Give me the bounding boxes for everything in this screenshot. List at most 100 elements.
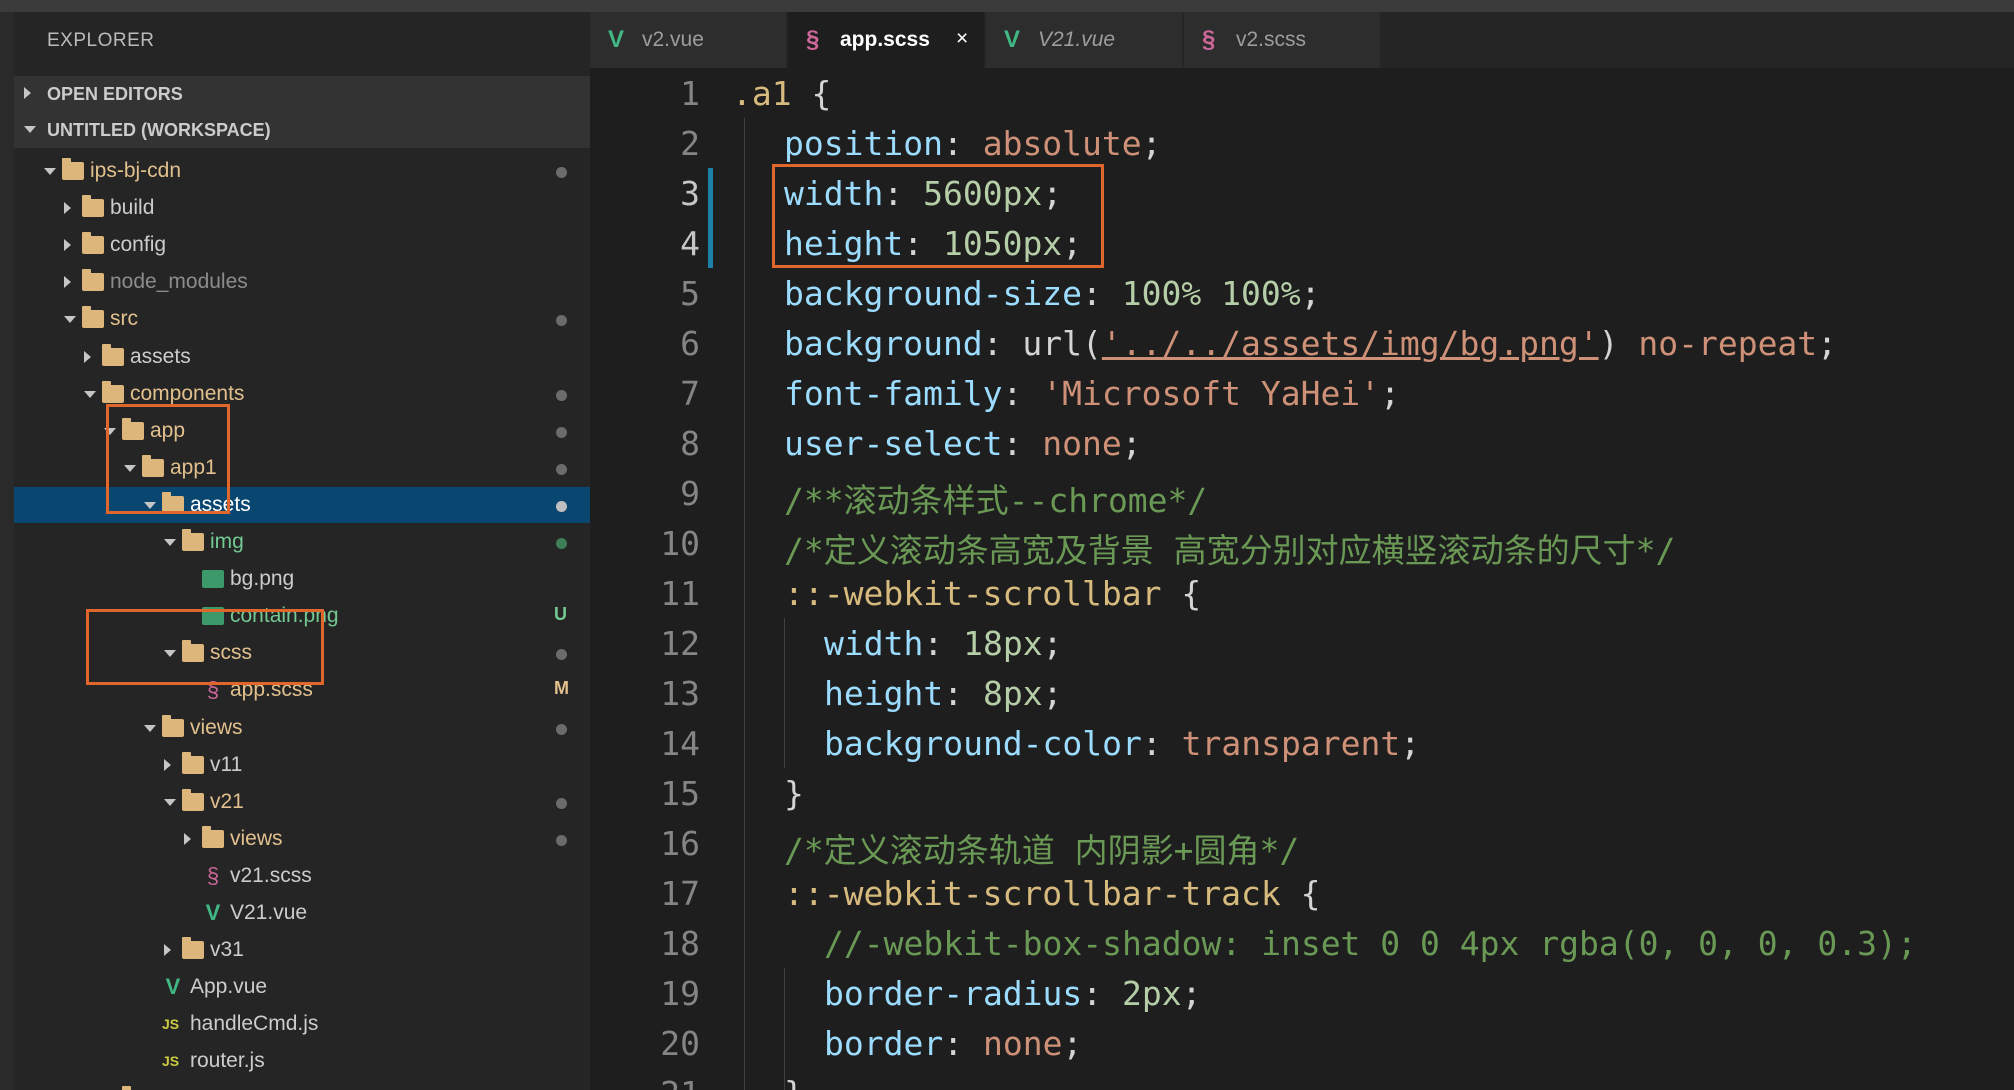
- code-token: background: [784, 324, 983, 363]
- code-token: ;: [1141, 124, 1162, 163]
- tab-v2-scss[interactable]: § v2.scss: [1184, 12, 1381, 68]
- vue-icon: V: [165, 974, 181, 1000]
- chevron-down-icon: [24, 126, 36, 133]
- line-number: 8: [680, 424, 700, 463]
- code-token: ;: [1042, 674, 1063, 713]
- code-content: user-select: none;: [784, 424, 1142, 463]
- git-status-dot: [556, 649, 567, 661]
- chevron-right-icon[interactable]: [84, 350, 91, 363]
- chevron-right-icon[interactable]: [64, 202, 71, 215]
- line-number: 19: [660, 974, 700, 1013]
- code-token: ;: [1380, 374, 1400, 413]
- code-line[interactable]: 2 position: absolute;: [590, 118, 2014, 168]
- code-line[interactable]: 11::-webkit-scrollbar {: [590, 568, 2014, 618]
- code-line[interactable]: 7 font-family: 'Microsoft YaHei';: [590, 368, 2014, 418]
- code-line[interactable]: 6 background: url('../../assets/img/bg.pn…: [590, 318, 2014, 368]
- code-token: ;: [1062, 1024, 1083, 1063]
- folder-icon: [82, 232, 104, 255]
- tree-item[interactable]: bg.png: [14, 561, 590, 597]
- code-line[interactable]: 18 //-webkit-box-shadow: inset 0 0 4px rg…: [590, 918, 2014, 968]
- tree-item-label: V21.vue: [230, 901, 308, 924]
- tree-item-label: assets: [130, 344, 191, 368]
- code-editor[interactable]: 1 .a1 {2 position: absolute; 3 width: 5600px…: [590, 68, 2014, 1090]
- tree-item[interactable]: app1: [14, 450, 590, 486]
- code-line[interactable]: 16 /*定义滚动条轨道 内阴影+圆角*/: [590, 818, 2014, 870]
- code-line[interactable]: 15}: [590, 768, 2014, 818]
- code-line[interactable]: 20 border: none;: [590, 1018, 2014, 1068]
- tree-item[interactable]: img: [14, 524, 590, 560]
- line-number: 1: [680, 74, 700, 113]
- line-number: 6: [680, 324, 700, 363]
- chevron-down-icon[interactable]: [144, 724, 156, 732]
- tree-item[interactable]: assets: [14, 486, 590, 523]
- tree-item[interactable]: app: [14, 413, 590, 449]
- tree-item[interactable]: components: [14, 376, 590, 412]
- tree-item[interactable]: common: [14, 1081, 590, 1090]
- tree-item[interactable]: views: [14, 821, 590, 857]
- folder-icon: [182, 751, 204, 774]
- code-line[interactable]: 14 background-color: transparent;: [590, 718, 2014, 768]
- sass-icon: §: [1202, 26, 1216, 53]
- tree-item[interactable]: JS router.js: [14, 1043, 590, 1079]
- code-line[interactable]: 8 user-select: none;: [590, 418, 2014, 468]
- code-line[interactable]: 12 width: 18px;: [590, 618, 2014, 668]
- code-line[interactable]: 1 .a1 {: [590, 68, 2014, 118]
- tree-item[interactable]: src: [14, 301, 590, 337]
- section-open-editors[interactable]: OPEN EDITORS: [14, 76, 590, 112]
- tree-item[interactable]: v11: [14, 747, 590, 783]
- tree-item[interactable]: ips-bj-cdn: [14, 153, 590, 189]
- code-token: ;: [1300, 274, 1321, 313]
- section-workspace[interactable]: UNTITLED (WORKSPACE): [14, 112, 590, 148]
- tree-item[interactable]: V App.vue: [14, 969, 590, 1005]
- chevron-down-icon[interactable]: [44, 168, 56, 175]
- chevron-right-icon[interactable]: [64, 239, 71, 252]
- chevron-down-icon[interactable]: [64, 316, 76, 324]
- line-number: 2: [680, 124, 700, 163]
- tree-item[interactable]: V V21.vue: [14, 895, 590, 931]
- chevron-right-icon[interactable]: [164, 944, 171, 957]
- code-line[interactable]: 9 /**滚动条样式--chrome*/: [590, 468, 2014, 520]
- tree-item-label: App.vue: [190, 975, 268, 999]
- tree-item[interactable]: views: [14, 710, 590, 746]
- code-token: ;: [1042, 624, 1063, 663]
- code-token: font-family: [784, 374, 1003, 413]
- code-token: /*定义滚动条高宽及背景 高宽分别对应横竖滚动条的尺寸*/: [784, 531, 1676, 570]
- code-token: }: [784, 1074, 804, 1090]
- tree-item[interactable]: v31: [14, 932, 590, 968]
- code-token: position: [784, 124, 943, 163]
- tree-item[interactable]: § v21.scss: [14, 858, 590, 894]
- git-status-dot: [556, 797, 567, 809]
- git-status-dot: [556, 463, 567, 475]
- tree-item[interactable]: build: [14, 190, 590, 226]
- line-number: 10: [660, 524, 700, 563]
- chevron-down-icon[interactable]: [164, 539, 176, 546]
- code-line[interactable]: 19 border-radius: 2px;: [590, 968, 2014, 1018]
- chevron-down-icon[interactable]: [164, 798, 176, 806]
- chevron-right-icon[interactable]: [64, 276, 71, 289]
- tree-item-label: build: [110, 196, 155, 220]
- folder-icon: [162, 714, 184, 737]
- close-icon[interactable]: ×: [956, 27, 968, 51]
- chevron-down-icon[interactable]: [84, 390, 96, 398]
- chevron-right-icon[interactable]: [164, 758, 171, 771]
- tab-v2-vue[interactable]: Vv2.vue: [590, 12, 787, 68]
- code-line[interactable]: 5 background-size: 100% 100%;: [590, 268, 2014, 318]
- code-line[interactable]: 13 height: 8px;: [590, 668, 2014, 718]
- tree-item[interactable]: node_modules: [14, 264, 590, 300]
- code-line[interactable]: 21}: [590, 1068, 2014, 1090]
- tree-item[interactable]: JS handleCmd.js: [14, 1006, 590, 1042]
- code-line[interactable]: 17::-webkit-scrollbar-track {: [590, 868, 2014, 918]
- code-line[interactable]: 10 /*定义滚动条高宽及背景 高宽分别对应横竖滚动条的尺寸*/: [590, 518, 2014, 570]
- folder-icon: [102, 343, 124, 366]
- code-token: border-radius: [824, 974, 1083, 1013]
- folder-icon: [182, 529, 204, 551]
- tree-item[interactable]: config: [14, 227, 590, 263]
- tab-label: v2.scss: [1236, 28, 1307, 51]
- tab-v21-vue[interactable]: V V21.vue: [986, 12, 1183, 68]
- tree-item[interactable]: assets: [14, 339, 590, 375]
- chevron-right-icon[interactable]: [184, 832, 191, 845]
- tab-app-scss[interactable]: § app.scss ×: [788, 12, 985, 68]
- line-number: 17: [660, 874, 700, 913]
- window-title-bar: [0, 0, 2014, 12]
- tree-item[interactable]: v21: [14, 784, 590, 820]
